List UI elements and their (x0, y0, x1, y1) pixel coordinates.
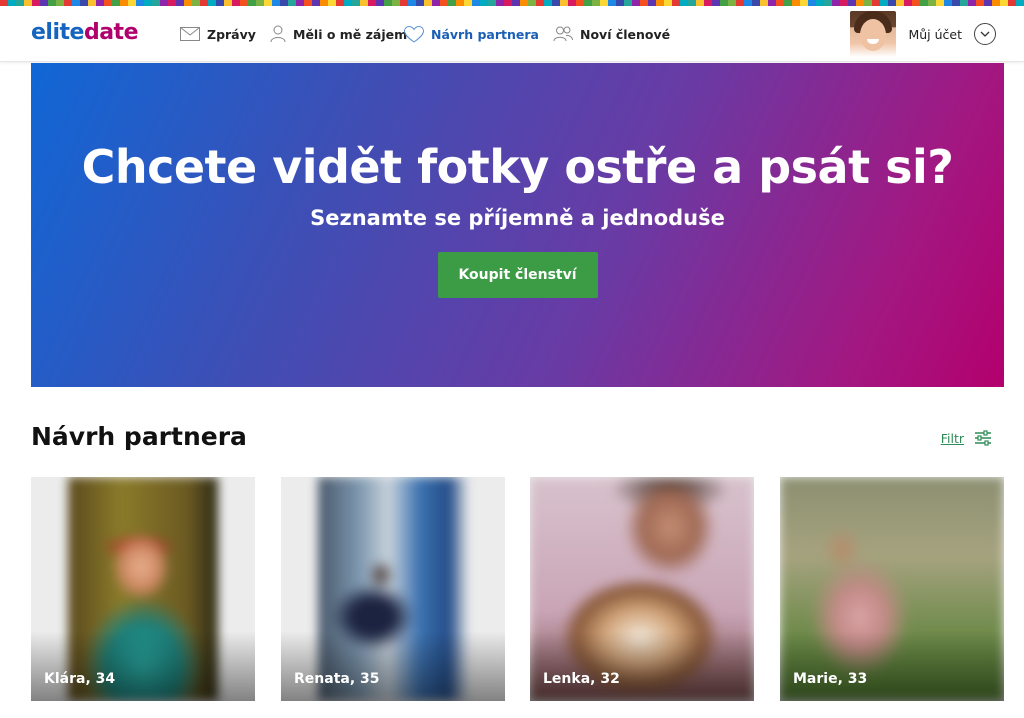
profile-name: Renata, 35 (294, 671, 380, 687)
profile-card-list: Klára, 34 Renata, 35 Lenka, 32 Marie, 33 (31, 477, 1004, 701)
logo-part-1: elite (31, 20, 84, 45)
nav-label-partner-suggestion: Návrh partnera (431, 26, 539, 42)
top-navbar: elitedate Zprávy Měli o mě zájem Návrh p… (0, 6, 1024, 62)
person-icon (270, 25, 286, 43)
sliders-icon (975, 430, 991, 446)
logo[interactable]: elitedate (31, 20, 138, 45)
nav-label-interested: Měli o mě zájem (293, 26, 408, 42)
promo-subtitle: Seznamte se příjemně a jednoduše (310, 206, 725, 230)
account-menu[interactable]: Můj účet (850, 11, 996, 57)
avatar[interactable] (850, 11, 897, 57)
nav-item-messages[interactable]: Zprávy (180, 22, 256, 46)
chevron-down-icon[interactable] (974, 23, 996, 45)
filter-label: Filtr (940, 430, 964, 446)
nav-label-new-members: Noví členové (580, 26, 671, 42)
nav-item-interested[interactable]: Měli o mě zájem (270, 22, 407, 46)
envelope-icon (180, 27, 200, 41)
profile-card[interactable]: Marie, 33 (780, 477, 1004, 701)
profile-name: Klára, 34 (44, 671, 116, 687)
people-icon (553, 26, 573, 42)
profile-name: Lenka, 32 (543, 671, 620, 687)
nav-item-new-members[interactable]: Noví členové (553, 22, 670, 46)
promo-banner: Chcete vidět fotky ostře a psát si? Sezn… (31, 63, 1004, 387)
filter-button[interactable]: Filtr (941, 430, 992, 446)
profile-card[interactable]: Renata, 35 (281, 477, 505, 701)
buy-membership-button[interactable]: Koupit členství (437, 252, 598, 298)
profile-card[interactable]: Klára, 34 (31, 477, 255, 701)
profile-name: Marie, 33 (793, 671, 868, 687)
profile-card[interactable]: Lenka, 32 (530, 477, 754, 701)
promo-title: Chcete vidět fotky ostře a psát si? (81, 140, 954, 194)
heart-icon (404, 25, 424, 43)
account-label: Můj účet (908, 26, 962, 42)
section-title: Návrh partnera (31, 422, 247, 451)
logo-part-2: date (83, 20, 139, 45)
nav-label-messages: Zprávy (207, 26, 256, 42)
nav-item-partner-suggestion[interactable]: Návrh partnera (404, 22, 539, 46)
